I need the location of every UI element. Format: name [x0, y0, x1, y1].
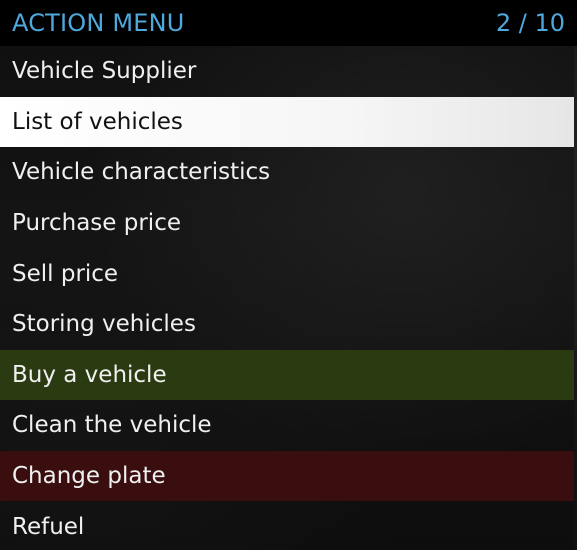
menu-item-vehicle-characteristics[interactable]: Vehicle characteristics: [0, 147, 574, 198]
menu-counter: 2 / 10: [495, 9, 565, 37]
menu-item-sell-price[interactable]: Sell price: [0, 248, 574, 299]
menu-item-label: Vehicle characteristics: [12, 159, 271, 186]
menu-item-storing-vehicles[interactable]: Storing vehicles: [0, 298, 574, 350]
menu-item-label: List of vehicles: [12, 108, 183, 135]
menu-item-label: Change plate: [12, 463, 166, 490]
action-menu: ACTION MENU 2 / 10 Vehicle Supplier List…: [0, 0, 577, 550]
menu-item-label: Storing vehicles: [12, 311, 196, 338]
menu-item-refuel[interactable]: Refuel: [0, 501, 574, 550]
menu-title: ACTION MENU: [12, 9, 185, 37]
menu-item-vehicle-supplier[interactable]: Vehicle Supplier: [0, 46, 574, 97]
menu-item-change-plate[interactable]: Change plate: [0, 450, 574, 502]
menu-item-label: Refuel: [12, 513, 85, 540]
menu-items: Vehicle Supplier List of vehicles Vehicl…: [0, 46, 574, 550]
menu-item-label: Vehicle Supplier: [12, 58, 197, 85]
menu-header: ACTION MENU 2 / 10: [0, 0, 577, 46]
menu-item-clean-the-vehicle[interactable]: Clean the vehicle: [0, 400, 574, 451]
menu-item-label: Purchase price: [12, 210, 181, 237]
menu-item-purchase-price[interactable]: Purchase price: [0, 197, 574, 249]
menu-item-buy-a-vehicle[interactable]: Buy a vehicle: [0, 349, 574, 401]
menu-item-label: Clean the vehicle: [12, 412, 212, 439]
menu-item-label: Buy a vehicle: [12, 361, 167, 388]
menu-item-list-of-vehicles[interactable]: List of vehicles: [0, 96, 574, 148]
menu-item-label: Sell price: [12, 260, 119, 287]
